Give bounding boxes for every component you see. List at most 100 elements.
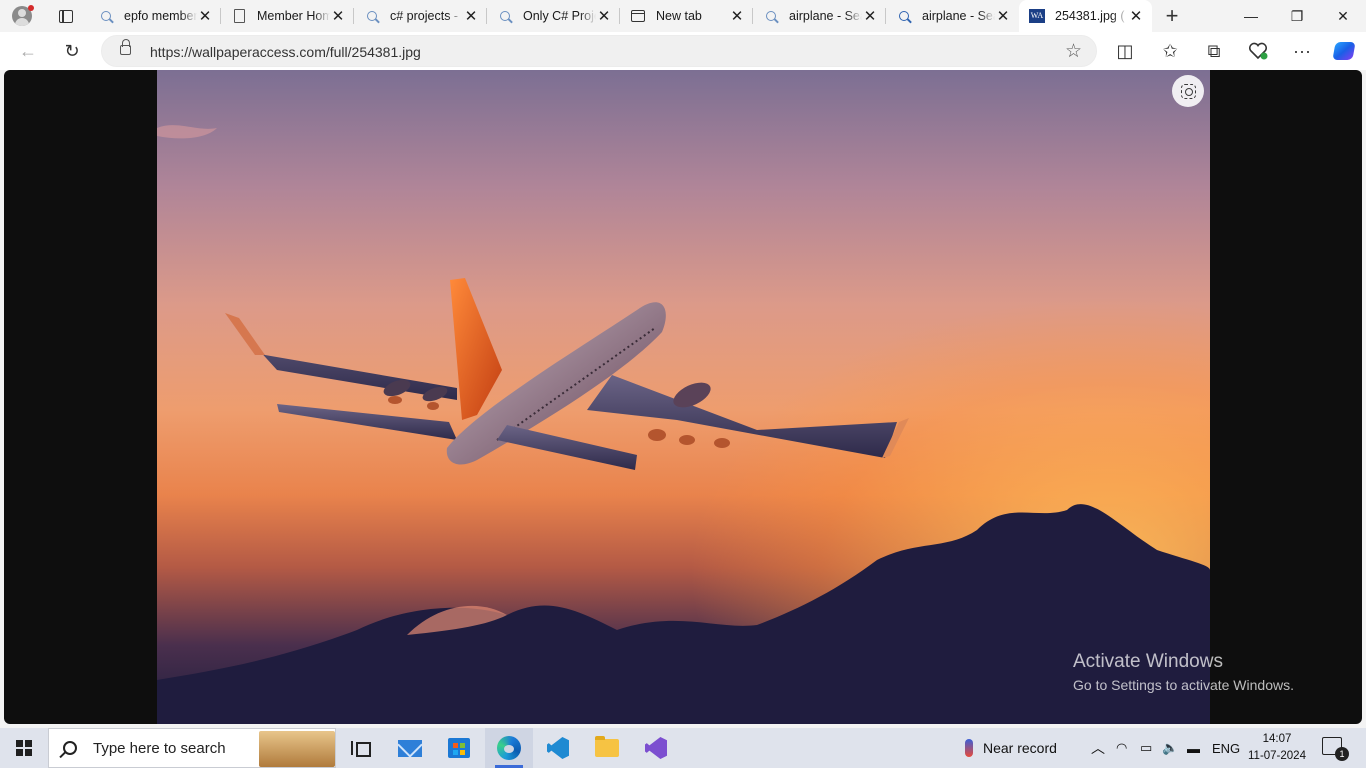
image-viewer: Activate Windows Go to Settings to activ… <box>4 70 1362 724</box>
tab-254381-jpg[interactable]: WA 254381.jpg ( ✕ <box>1019 0 1152 32</box>
page-icon <box>231 8 247 24</box>
vscode-icon <box>547 737 569 759</box>
close-tab-icon[interactable]: ✕ <box>330 8 346 25</box>
network-icon[interactable]: ◠ <box>1116 728 1127 768</box>
new-tab-button[interactable]: + <box>1152 0 1192 32</box>
tab-only-csharp[interactable]: Only C# Projects ✕ <box>487 0 620 32</box>
tab-strip: epfo member login ✕ Member Home ✕ c# pro… <box>0 0 1366 32</box>
notification-center-button[interactable]: 1 <box>1322 737 1349 761</box>
close-window-button[interactable]: ✕ <box>1320 0 1366 32</box>
vscode-app-button[interactable] <box>534 728 582 768</box>
battery-icon[interactable]: ▬ <box>1187 728 1200 768</box>
close-tab-icon[interactable]: ✕ <box>197 8 213 25</box>
weather-text: Near record <box>983 740 1057 756</box>
copilot-button[interactable] <box>1330 37 1358 65</box>
thermometer-icon <box>965 739 973 757</box>
watermark-title: Activate Windows <box>1073 651 1223 672</box>
meet-now-icon[interactable]: ▭ <box>1140 728 1152 768</box>
search-icon <box>763 8 779 24</box>
mail-app-button[interactable] <box>386 728 434 768</box>
activate-windows-watermark: Activate Windows Go to Settings to activ… <box>1073 651 1294 693</box>
back-button[interactable]: ← <box>14 37 42 65</box>
visual-search-icon <box>1180 83 1196 99</box>
favorite-star-icon[interactable]: ☆ <box>1065 40 1082 63</box>
notification-dot <box>28 5 34 11</box>
visual-studio-icon <box>645 737 667 759</box>
close-tab-icon[interactable]: ✕ <box>1128 8 1144 25</box>
tab-title: airplane - Search <box>789 9 862 23</box>
profile-avatar-button[interactable] <box>0 0 44 32</box>
edge-icon <box>497 736 521 760</box>
airplane-scene <box>157 125 1210 724</box>
address-bar[interactable]: https://wallpaperaccess.com/full/254381.… <box>101 35 1097 67</box>
search-icon <box>63 741 77 755</box>
search-icon <box>497 8 513 24</box>
heart-pulse-icon <box>1248 42 1268 60</box>
split-screen-button[interactable]: ◫ <box>1111 37 1139 65</box>
minimize-button[interactable]: — <box>1228 0 1274 32</box>
task-view-icon <box>351 741 371 757</box>
restore-button[interactable]: ❐ <box>1274 0 1320 32</box>
clock[interactable]: 14:07 11-07-2024 <box>1248 731 1306 765</box>
close-tab-icon[interactable]: ✕ <box>862 8 878 25</box>
tab-title: Member Home <box>257 9 330 23</box>
new-tab-icon <box>630 8 646 24</box>
visual-studio-button[interactable] <box>632 728 680 768</box>
start-button[interactable] <box>0 728 48 768</box>
clock-time: 14:07 <box>1262 733 1292 745</box>
window-controls: — ❐ ✕ <box>1228 0 1366 32</box>
close-tab-icon[interactable]: ✕ <box>995 8 1011 25</box>
search-highlight-image[interactable] <box>259 731 335 767</box>
watermark-subtitle: Go to Settings to activate Windows. <box>1073 677 1294 693</box>
tab-actions-menu-button[interactable] <box>44 0 88 32</box>
file-explorer-button[interactable] <box>583 728 631 768</box>
weather-widget[interactable]: Near record <box>965 728 1057 768</box>
volume-icon[interactable]: 🔈 <box>1162 728 1178 768</box>
notification-count-badge: 1 <box>1335 747 1349 761</box>
search-icon <box>896 8 912 24</box>
chevron-up-icon: ︿ <box>1091 740 1105 756</box>
more-menu-button[interactable]: ··· <box>1288 37 1316 65</box>
close-tab-icon[interactable]: ✕ <box>596 8 612 25</box>
search-icon <box>98 8 114 24</box>
tab-title: New tab <box>656 9 702 23</box>
visual-search-button[interactable] <box>1172 75 1204 107</box>
tab-title: 254381.jpg ( <box>1055 9 1125 23</box>
search-placeholder: Type here to search <box>93 739 226 757</box>
lock-icon[interactable] <box>120 39 131 55</box>
store-icon <box>448 738 470 758</box>
clock-date: 11-07-2024 <box>1248 750 1306 762</box>
close-tab-icon[interactable]: ✕ <box>729 8 745 25</box>
tab-new-tab[interactable]: New tab ✕ <box>620 0 753 32</box>
copilot-icon <box>1332 42 1356 60</box>
browser-toolbar: ← ↻ https://wallpaperaccess.com/full/254… <box>0 32 1366 70</box>
windows-logo-icon <box>16 740 32 756</box>
search-icon <box>364 8 380 24</box>
tab-actions-icon <box>59 9 73 23</box>
tab-airplane-search-2[interactable]: airplane - Search ✕ <box>886 0 1019 32</box>
airplane-sunset-image <box>157 70 1210 724</box>
close-tab-icon[interactable]: ✕ <box>463 8 479 25</box>
edge-app-button[interactable] <box>485 728 533 768</box>
taskbar-search-box[interactable]: Type here to search <box>48 728 336 768</box>
tab-title: Only C# Projects <box>523 9 596 23</box>
refresh-button[interactable]: ↻ <box>58 37 86 65</box>
browser-essentials-button[interactable] <box>1244 37 1272 65</box>
mail-icon <box>398 739 422 757</box>
show-hidden-icons-button[interactable]: ︿ <box>1091 728 1105 768</box>
store-app-button[interactable] <box>435 728 483 768</box>
tab-airplane-search-1[interactable]: airplane - Search ✕ <box>753 0 886 32</box>
url-text[interactable]: https://wallpaperaccess.com/full/254381.… <box>150 44 421 60</box>
collections-button[interactable]: ⧉ <box>1200 37 1228 65</box>
tab-title: airplane - Search <box>922 9 995 23</box>
language-indicator[interactable]: ENG <box>1212 728 1240 768</box>
favorites-button[interactable]: ✩ <box>1156 37 1184 65</box>
folder-icon <box>595 736 619 757</box>
tab-csharp-projects[interactable]: c# projects - Search ✕ <box>354 0 487 32</box>
task-view-button[interactable] <box>336 728 384 768</box>
tab-title: epfo member login <box>124 9 197 23</box>
tab-member-home[interactable]: Member Home ✕ <box>221 0 354 32</box>
taskbar: Type here to search Near record ︿ ◠ ▭ 🔈 … <box>0 728 1366 768</box>
tab-title: c# projects - Search <box>390 9 463 23</box>
tab-epfo[interactable]: epfo member login ✕ <box>88 0 221 32</box>
